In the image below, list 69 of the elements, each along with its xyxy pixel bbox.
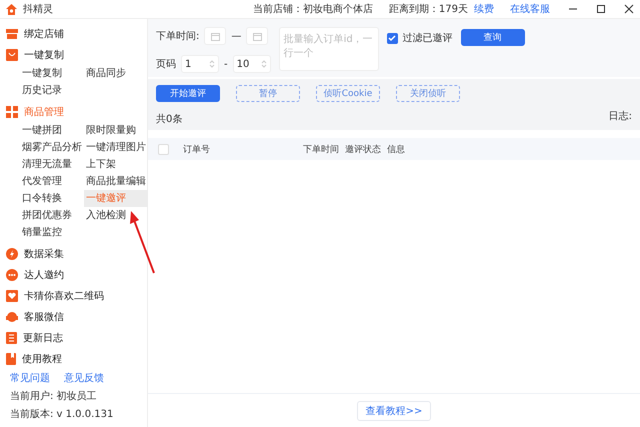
help-link[interactable]: 意见反馈 — [64, 371, 104, 385]
sidebar-group[interactable]: 数据采集 — [24, 246, 64, 260]
sidebar-item[interactable]: 商品批量编辑 — [84, 173, 148, 190]
spinner-icon[interactable] — [209, 59, 215, 69]
calendar-icon — [252, 32, 262, 40]
sidebar-item[interactable]: 限时限量购 — [84, 122, 148, 139]
annotation-arrow — [129, 210, 155, 274]
sidebar-group[interactable]: 使用教程 — [22, 352, 62, 366]
date-separator: — — [231, 30, 242, 42]
start-date-field[interactable] — [204, 27, 226, 45]
bag-icon — [6, 48, 18, 60]
date-label: 下单时间: — [156, 30, 200, 43]
column-header: 信息 — [387, 144, 406, 156]
calendar-icon — [210, 32, 220, 40]
column-header: 订单号 — [183, 144, 211, 156]
sidebar-group[interactable]: 更新日志 — [23, 330, 63, 344]
sidebar-item[interactable]: 上下架 — [84, 156, 148, 173]
sidebar-item[interactable]: 一键拼团 — [20, 122, 84, 139]
select-all-checkbox[interactable] — [158, 144, 169, 154]
record-count: 共0条 — [156, 112, 182, 126]
page-to-field[interactable]: 10 — [232, 55, 271, 73]
sidebar-group[interactable]: 卡猜你喜欢二维码 — [24, 288, 104, 302]
sidebar-group[interactable]: 绑定店铺 — [24, 26, 64, 40]
heart-icon — [6, 290, 18, 302]
close-icon[interactable] — [624, 4, 634, 14]
column-header: 邀评状态 — [345, 144, 382, 156]
page-separator: - — [224, 58, 228, 70]
book-icon — [6, 352, 16, 364]
sidebar-item[interactable]: 清理无流量 — [20, 156, 84, 173]
action-button[interactable]: 开始邀评 — [156, 85, 220, 102]
sidebar-item[interactable]: 入池检测 — [84, 207, 148, 224]
lightning-icon — [6, 248, 18, 260]
sidebar-item[interactable]: 商品同步 — [84, 65, 148, 82]
grid-icon — [6, 106, 18, 118]
page-from-field[interactable]: 1 — [181, 55, 219, 73]
tutorial-button[interactable]: 查看教程>> — [356, 400, 432, 420]
help-link[interactable]: 常见问题 — [10, 371, 50, 385]
current-shop: 当前店铺：初妆电商个体店 — [252, 2, 373, 16]
sidebar-item[interactable]: 口令转换 — [20, 190, 84, 207]
more-icon — [6, 268, 18, 280]
sidebar-item[interactable]: 代发管理 — [20, 173, 84, 190]
sidebar-group[interactable]: 一键复制 — [24, 48, 64, 62]
window-title: 抖精灵 — [23, 2, 53, 16]
log-label: 日志: — [608, 110, 632, 123]
sidebar-item[interactable]: 一键清理图片 — [84, 139, 148, 156]
current-user: 当前用户: 初妆员工 — [10, 390, 98, 403]
page-label: 页码 — [156, 58, 176, 71]
spinner-icon[interactable] — [260, 59, 267, 69]
sidebar-item[interactable]: 一键复制 — [20, 65, 84, 82]
app-logo-icon — [6, 4, 17, 14]
sidebar-item[interactable]: 销量监控 — [20, 224, 84, 241]
store-icon — [6, 28, 18, 38]
list-icon — [6, 332, 17, 344]
support-link[interactable]: 在线客服 — [510, 2, 550, 16]
column-header: 下单时间 — [303, 144, 340, 156]
expiry-days: 距离到期：179天 — [388, 2, 468, 16]
sidebar-item[interactable]: 烟雾产品分析 — [20, 139, 84, 156]
filter-checkbox[interactable] — [386, 32, 398, 44]
sidebar-group[interactable]: 达人邀约 — [24, 268, 64, 282]
query-button[interactable]: 查询 — [460, 29, 525, 46]
renew-link[interactable]: 续费 — [474, 2, 494, 16]
sidebar-item[interactable]: 历史记录 — [20, 82, 84, 99]
end-date-field[interactable] — [246, 27, 268, 45]
order-ids-field[interactable]: 批量输入订单id，一行一个 — [278, 27, 379, 71]
sidebar-item[interactable]: 拼团优惠券 — [20, 207, 84, 224]
filter-label: 过滤已邀评 — [402, 32, 453, 45]
app-version: 当前版本: v 1.0.0.131 — [10, 408, 114, 421]
sidebar-group[interactable]: 客服微信 — [24, 310, 64, 324]
maximize-icon[interactable] — [596, 4, 606, 14]
